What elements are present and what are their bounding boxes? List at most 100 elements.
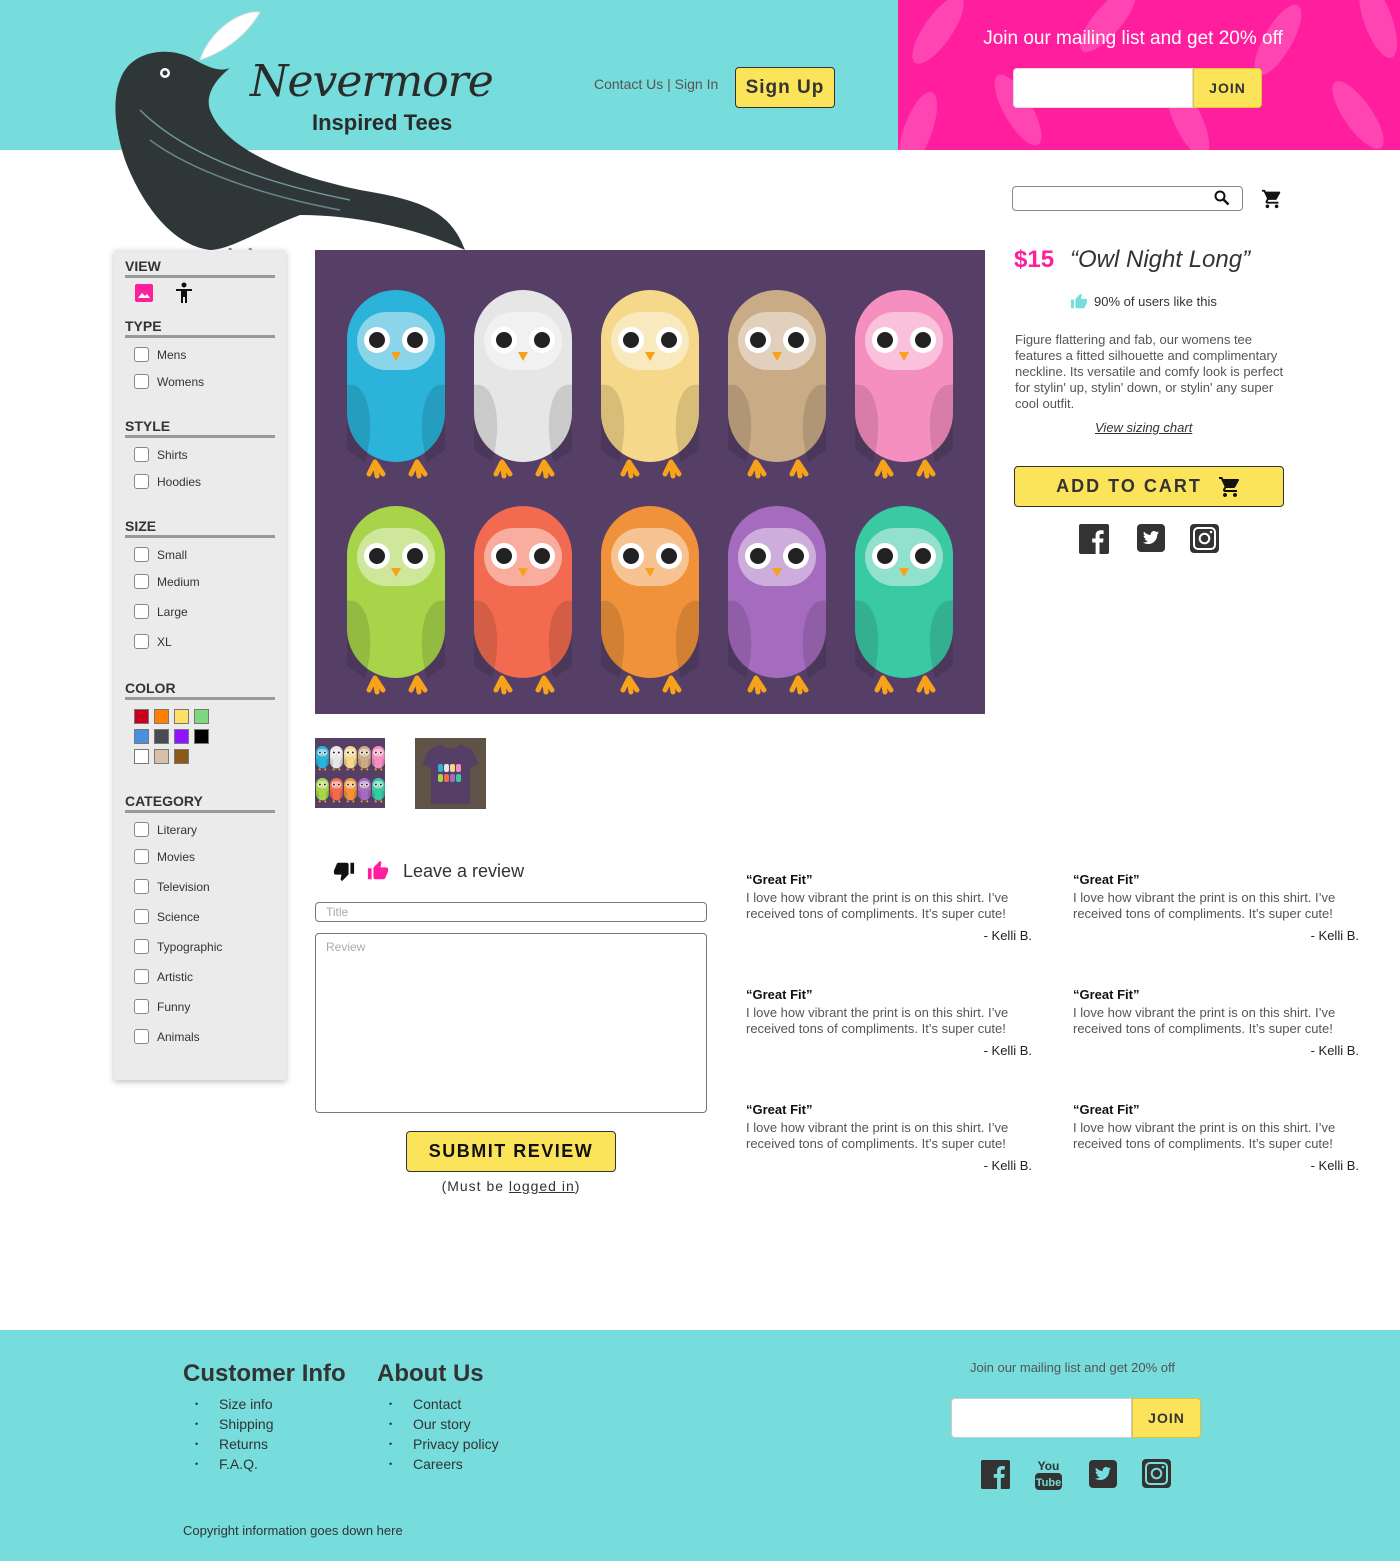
add-to-cart-button[interactable]: ADD TO CART	[1014, 466, 1284, 507]
footer-link-size-info[interactable]: Size info	[183, 1396, 274, 1416]
image-view-icon[interactable]	[134, 283, 154, 303]
cart-icon[interactable]	[1261, 188, 1283, 210]
color-swatch[interactable]	[174, 709, 189, 724]
checkbox[interactable]	[134, 998, 149, 1014]
filter-label: Medium	[157, 575, 200, 589]
submit-review-button[interactable]: SUBMIT REVIEW	[406, 1131, 616, 1172]
instagram-icon[interactable]	[1190, 524, 1219, 553]
checkbox[interactable]	[134, 546, 149, 562]
promo-email-input[interactable]	[1013, 68, 1193, 108]
filter-label: Animals	[157, 1030, 200, 1044]
svg-text:Tube: Tube	[1036, 1477, 1061, 1489]
footer-link-privacy[interactable]: Privacy policy	[377, 1436, 499, 1456]
review-card: “Great Fit” I love how vibrant the print…	[1073, 1102, 1363, 1173]
product-thumbnail-shirt[interactable]	[415, 738, 486, 809]
color-swatch[interactable]	[194, 729, 209, 744]
checkbox[interactable]	[134, 1028, 149, 1044]
checkbox[interactable]	[134, 821, 149, 837]
search-icon[interactable]	[1214, 190, 1230, 206]
checkbox[interactable]	[134, 633, 149, 649]
logged-in-link[interactable]: logged in	[509, 1178, 575, 1194]
color-swatch[interactable]	[154, 709, 169, 724]
review-body: I love how vibrant the print is on this …	[1073, 890, 1336, 921]
twitter-icon[interactable]	[1089, 1460, 1117, 1488]
filter-category-science[interactable]: Science	[134, 908, 200, 924]
owl-illustration	[358, 746, 371, 771]
checkbox[interactable]	[134, 473, 149, 489]
brand-name[interactable]: Nevermore	[250, 56, 494, 107]
footer-link-faq[interactable]: F.A.Q.	[183, 1456, 274, 1476]
filter-size-medium[interactable]: Medium	[134, 573, 200, 589]
contact-us-link[interactable]: Contact Us	[594, 76, 663, 92]
owl-illustration	[344, 746, 357, 771]
filter-size-small[interactable]: Small	[134, 546, 187, 562]
color-swatch[interactable]	[134, 749, 149, 764]
filter-category-typographic[interactable]: Typographic	[134, 938, 222, 954]
checkbox[interactable]	[134, 373, 149, 389]
checkbox[interactable]	[134, 446, 149, 462]
checkbox[interactable]	[134, 346, 149, 362]
filter-category-movies[interactable]: Movies	[134, 848, 195, 864]
footer-link-contact[interactable]: Contact	[377, 1396, 499, 1416]
thumbs-up-icon[interactable]	[367, 860, 389, 882]
search-input[interactable]	[1012, 186, 1243, 211]
checkbox[interactable]	[134, 938, 149, 954]
footer-link-returns[interactable]: Returns	[183, 1436, 274, 1456]
checkbox[interactable]	[134, 848, 149, 864]
filter-type-mens[interactable]: Mens	[134, 346, 186, 362]
review-title: “Great Fit”	[746, 1102, 813, 1117]
facebook-icon[interactable]	[981, 1460, 1010, 1489]
color-swatch[interactable]	[134, 729, 149, 744]
promo-join-button[interactable]: JOIN	[1193, 68, 1262, 108]
footer-customer-info-title: Customer Info	[183, 1360, 346, 1387]
filter-size-xl[interactable]: XL	[134, 633, 172, 649]
footer-link-shipping[interactable]: Shipping	[183, 1416, 274, 1436]
color-swatch[interactable]	[154, 749, 169, 764]
checkbox[interactable]	[134, 968, 149, 984]
facebook-icon[interactable]	[1079, 524, 1109, 554]
model-view-icon[interactable]	[174, 282, 194, 304]
filter-label: Large	[157, 605, 188, 619]
sizing-chart-link[interactable]: View sizing chart	[1095, 420, 1192, 435]
footer-link-our-story[interactable]: Our story	[377, 1416, 499, 1436]
add-to-cart-label: ADD TO CART	[1056, 476, 1202, 496]
footer-join-button[interactable]: JOIN	[1132, 1398, 1201, 1438]
thumbs-down-icon[interactable]	[333, 860, 355, 882]
instagram-icon[interactable]	[1142, 1459, 1171, 1488]
product-description: Figure flattering and fab, our womens te…	[1015, 332, 1284, 411]
checkbox[interactable]	[134, 573, 149, 589]
filter-style-shirts[interactable]: Shirts	[134, 446, 188, 462]
filter-category-funny[interactable]: Funny	[134, 998, 190, 1014]
filter-heading-category: CATEGORY	[125, 793, 275, 813]
owl-illustration	[855, 290, 953, 479]
filter-category-literary[interactable]: Literary	[134, 821, 197, 837]
filter-category-animals[interactable]: Animals	[134, 1028, 200, 1044]
color-swatch[interactable]	[154, 729, 169, 744]
filter-type-womens[interactable]: Womens	[134, 373, 204, 389]
filter-category-television[interactable]: Television	[134, 878, 210, 894]
sign-in-link[interactable]: Sign In	[675, 76, 719, 92]
twitter-icon[interactable]	[1137, 524, 1165, 552]
youtube-icon[interactable]: You Tube	[1034, 1457, 1063, 1491]
filter-style-hoodies[interactable]: Hoodies	[134, 473, 201, 489]
filter-category-artistic[interactable]: Artistic	[134, 968, 193, 984]
product-thumbnail-art[interactable]	[315, 738, 385, 808]
color-swatch[interactable]	[134, 709, 149, 724]
filter-sidebar: VIEW TYPE Mens Womens STYLE Shirts Hoodi…	[114, 250, 286, 1080]
owl-thumbnail	[316, 746, 385, 803]
product-title: “Owl Night Long”	[1070, 246, 1251, 273]
product-image[interactable]	[315, 250, 985, 714]
footer-link-careers[interactable]: Careers	[377, 1456, 499, 1476]
color-swatch[interactable]	[194, 709, 209, 724]
review-body-input[interactable]	[315, 933, 707, 1113]
footer-email-input[interactable]	[951, 1398, 1132, 1438]
review-title: “Great Fit”	[1073, 872, 1140, 887]
filter-size-large[interactable]: Large	[134, 603, 188, 619]
sign-up-button[interactable]: Sign Up	[735, 67, 835, 108]
checkbox[interactable]	[134, 603, 149, 619]
checkbox[interactable]	[134, 878, 149, 894]
color-swatch[interactable]	[174, 749, 189, 764]
color-swatch[interactable]	[174, 729, 189, 744]
checkbox[interactable]	[134, 908, 149, 924]
review-title-input[interactable]	[315, 902, 707, 922]
